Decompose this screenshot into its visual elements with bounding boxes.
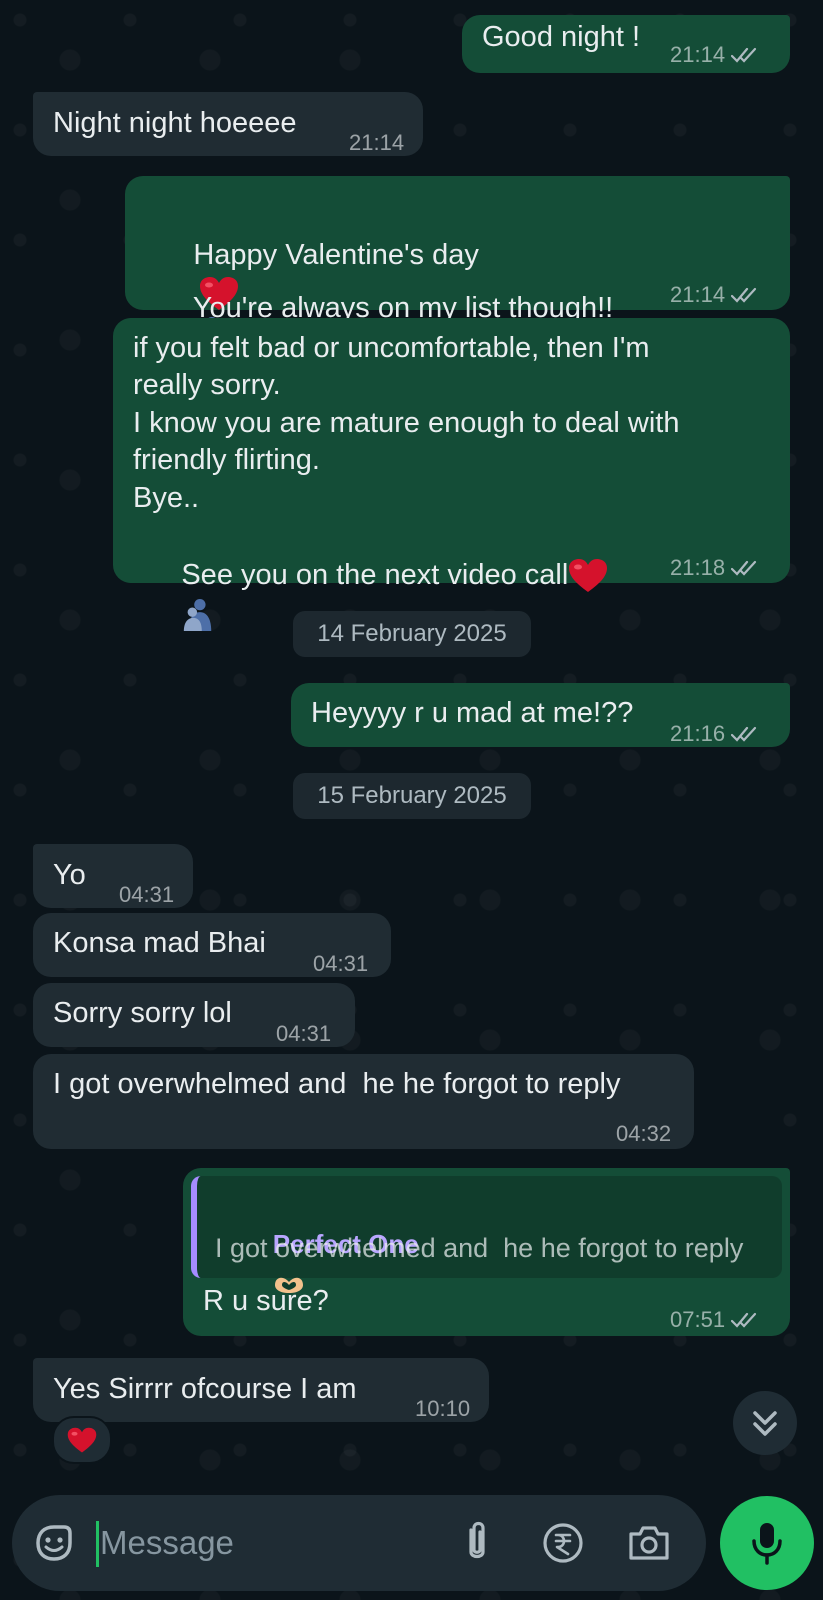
- heart-emoji: [67, 1427, 97, 1454]
- message-bubble-outgoing[interactable]: if you felt bad or uncomfortable, then I…: [113, 318, 790, 583]
- message-composer: Message: [12, 1495, 706, 1591]
- message-bubble-incoming[interactable]: Konsa mad Bhai 04:31: [33, 913, 391, 977]
- message-bubble-outgoing[interactable]: Perfect One I got overwhelmed and he he …: [183, 1168, 790, 1336]
- heart-emoji: [568, 558, 608, 594]
- message-line: I know you are mature enough to deal wit…: [133, 407, 680, 439]
- message-time: 10:10: [415, 1396, 471, 1421]
- message-meta: 04:31: [276, 1015, 331, 1053]
- attach-icon[interactable]: [460, 1520, 494, 1566]
- mic-icon: [752, 1523, 782, 1565]
- message-meta: 10:10: [415, 1390, 470, 1428]
- message-bubble-incoming[interactable]: Yes Sirrrr ofcourse I am 10:10: [33, 1358, 489, 1422]
- message-text: Yo: [53, 859, 86, 891]
- message-text: Good night !: [482, 21, 640, 53]
- message-line: friendly flirting.: [133, 444, 320, 476]
- message-meta: 04:31: [119, 876, 174, 914]
- message-meta: 21:14: [670, 276, 761, 314]
- message-time: 21:14: [670, 42, 726, 67]
- message-time: 21:16: [670, 721, 726, 746]
- message-meta: 21:14: [670, 36, 761, 74]
- message-meta: 21:16: [670, 715, 761, 753]
- message-text: Night night hoeeee: [53, 107, 297, 139]
- message-meta: 07:51: [670, 1301, 761, 1339]
- message-time: 21:18: [670, 555, 726, 580]
- message-meta: 21:18: [670, 549, 761, 587]
- message-bubble-incoming[interactable]: Sorry sorry lol 04:31: [33, 983, 355, 1047]
- message-bubble-outgoing[interactable]: Good night ! 21:14: [462, 15, 790, 73]
- hug-emoji: [181, 596, 215, 634]
- message-bubble-incoming[interactable]: Yo 04:31: [33, 844, 193, 908]
- message-text: Konsa mad Bhai: [53, 927, 266, 959]
- message-line: really sorry.: [133, 369, 281, 401]
- date-separator: 15 February 2025: [293, 773, 531, 819]
- double-check-icon: [731, 286, 761, 304]
- date-separator: 14 February 2025: [293, 611, 531, 657]
- double-check-icon: [731, 559, 761, 577]
- message-text: Sorry sorry lol: [53, 997, 232, 1029]
- message-time: 04:31: [313, 951, 369, 976]
- message-bubble-outgoing[interactable]: Happy Valentine's day You're always on m…: [125, 176, 790, 310]
- message-text: Yes Sirrrr ofcourse I am: [53, 1373, 357, 1405]
- voice-message-button[interactable]: [720, 1496, 814, 1590]
- message-text: I got overwhelmed and he he forgot to re…: [53, 1068, 621, 1100]
- message-bubble-incoming[interactable]: I got overwhelmed and he he forgot to re…: [33, 1054, 694, 1149]
- message-line: if you felt bad or uncomfortable, then I…: [133, 332, 650, 364]
- message-time: 04:32: [616, 1121, 672, 1146]
- message-time: 21:14: [349, 130, 405, 155]
- double-check-icon: [731, 46, 761, 64]
- rupee-icon[interactable]: [541, 1521, 585, 1565]
- message-meta: 04:32: [616, 1115, 671, 1153]
- message-bubble-incoming[interactable]: Night night hoeeee 21:14: [33, 92, 423, 156]
- message-bubble-outgoing[interactable]: Heyyyy r u mad at me!?? 21:16: [291, 683, 790, 747]
- message-text: See you on the next video call: [181, 559, 569, 591]
- message-time: 04:31: [119, 882, 175, 907]
- chevron-double-down-icon: [753, 1411, 777, 1436]
- message-time: 21:14: [670, 282, 726, 307]
- double-check-icon: [731, 1311, 761, 1329]
- scroll-to-bottom-button[interactable]: [733, 1391, 797, 1455]
- double-check-icon: [731, 725, 761, 743]
- reaction-badge[interactable]: [52, 1416, 112, 1464]
- chat-window: Good night ! 21:14 Night night hoeeee 21…: [0, 0, 823, 1600]
- message-input[interactable]: Message: [100, 1519, 234, 1567]
- message-meta: 04:31: [313, 945, 368, 983]
- quoted-message[interactable]: Perfect One I got overwhelmed and he he …: [191, 1176, 782, 1294]
- message-text: Heyyyy r u mad at me!??: [311, 697, 634, 729]
- camera-icon[interactable]: [626, 1521, 672, 1565]
- message-line: Bye..: [133, 482, 200, 514]
- quoted-text: I got overwhelmed and he he forgot to re…: [215, 1233, 744, 1263]
- message-time: 04:31: [276, 1021, 332, 1046]
- message-text: R u sure?: [203, 1285, 329, 1317]
- message-meta: 21:14: [349, 124, 404, 162]
- sticker-icon[interactable]: [32, 1521, 76, 1565]
- text-cursor: [96, 1521, 99, 1567]
- message-time: 07:51: [670, 1307, 726, 1332]
